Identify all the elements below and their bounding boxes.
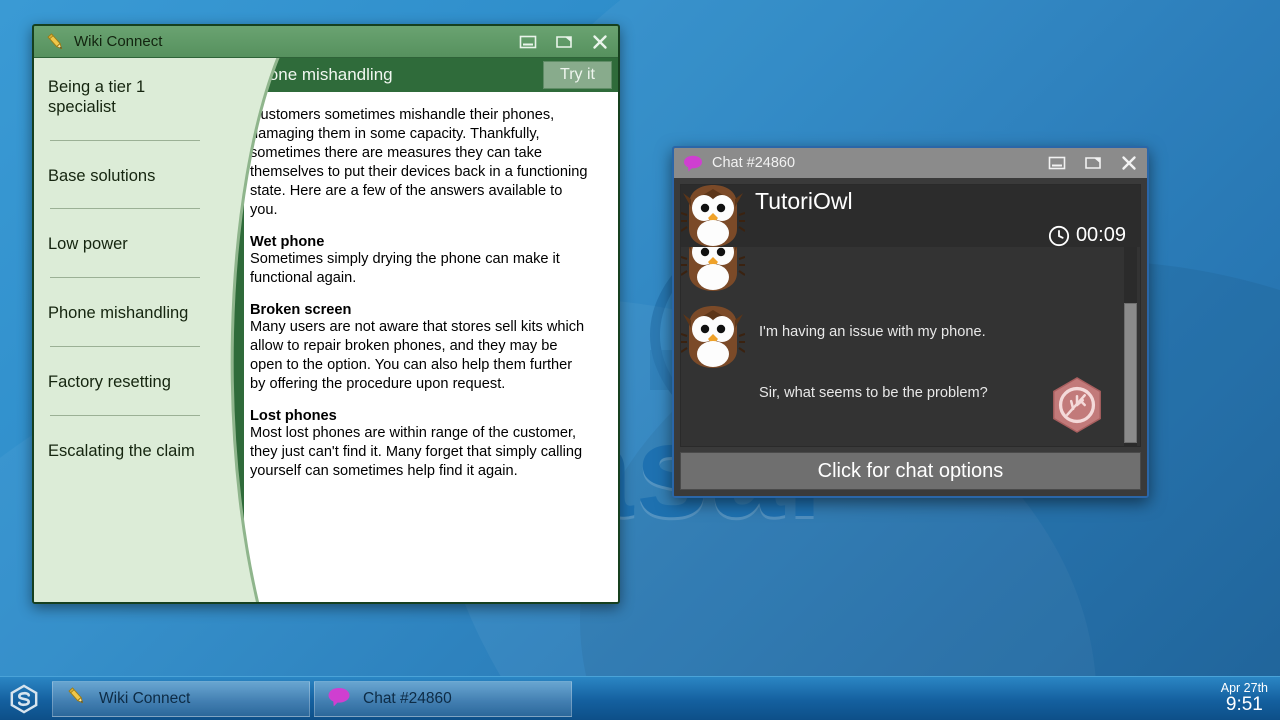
chat-window[interactable]: Chat #24860	[672, 146, 1149, 498]
chat-timer-value: 00:09	[1076, 224, 1126, 247]
sidebar-separator	[50, 346, 200, 347]
owl-avatar	[681, 306, 745, 373]
chat-panel: TutoriOwl 00:09	[680, 184, 1141, 447]
minimize-icon	[1048, 155, 1066, 171]
close-button[interactable]	[1111, 148, 1147, 178]
try-it-button[interactable]: Try it	[543, 61, 612, 89]
wiki-sidebar: Being a tier 1 specialist Base solutions…	[34, 58, 216, 602]
wiki-window-controls	[510, 26, 618, 57]
minimize-button[interactable]	[510, 26, 546, 57]
wiki-body: Being a tier 1 specialist Base solutions…	[34, 58, 618, 602]
maximize-button[interactable]	[546, 26, 582, 57]
article-section: Wet phone Sometimes simply drying the ph…	[250, 234, 592, 288]
sidebar-item-label: Escalating the claim	[48, 442, 195, 460]
sidebar-item-escalating-the-claim[interactable]: Escalating the claim	[46, 436, 204, 462]
chat-outer: TutoriOwl 00:09	[674, 178, 1147, 496]
maximize-button[interactable]	[1075, 148, 1111, 178]
article-intro: Customers sometimes mishandle their phon…	[250, 106, 590, 220]
wiki-connect-window[interactable]: Wiki Connect	[32, 24, 620, 604]
sidebar-item-phone-mishandling[interactable]: Phone mishandling	[46, 298, 204, 324]
company-badge-icon	[1048, 376, 1106, 434]
chat-window-controls	[1039, 148, 1147, 178]
desktop: asar Wiki Connect	[0, 0, 1280, 720]
wiki-article-content: Customers sometimes mishandle their phon…	[244, 92, 618, 602]
speech-bubble-icon	[327, 686, 351, 712]
minimize-icon	[519, 34, 537, 50]
article-section-heading: Broken screen	[250, 302, 592, 318]
article-section: Lost phones Most lost phones are within …	[250, 408, 592, 481]
owl-avatar	[681, 247, 745, 296]
sidebar-item-label: Being a tier 1 specialist	[48, 78, 145, 116]
chat-scrollbar-thumb[interactable]	[1124, 303, 1137, 443]
article-section-body: Sometimes simply drying the phone can ma…	[250, 250, 590, 288]
minimize-button[interactable]	[1039, 148, 1075, 178]
chat-message-text	[745, 247, 759, 261]
speech-bubble-icon	[683, 154, 703, 172]
taskbar-item-label: Wiki Connect	[99, 690, 190, 708]
chat-header-right: TutoriOwl 00:09	[745, 185, 1140, 247]
avatar-spacer	[681, 385, 745, 386]
taskbar-item-chat[interactable]: Chat #24860	[314, 681, 572, 717]
sidebar-separator	[50, 140, 200, 141]
page-title: Phone mishandling	[248, 65, 543, 85]
article-section: Broken screen Many users are not aware t…	[250, 302, 592, 394]
clock-time: 9:51	[1221, 695, 1268, 715]
sidebar-item-label: Low power	[48, 235, 128, 253]
pencil-icon	[44, 31, 66, 53]
owl-avatar	[681, 185, 745, 252]
sidebar-item-label: Base solutions	[48, 167, 155, 185]
wiki-title-label: Wiki Connect	[74, 33, 510, 50]
chat-message: I'm having an issue with my phone.	[681, 306, 1140, 373]
taskbar-item-wiki-connect[interactable]: Wiki Connect	[52, 681, 310, 717]
wiki-article-pane: Phone mishandling Try it Customers somet…	[216, 58, 618, 602]
chat-title-label: Chat #24860	[712, 155, 1039, 171]
sidebar-item-label: Factory resetting	[48, 373, 171, 391]
chat-titlebar[interactable]: Chat #24860	[674, 148, 1147, 178]
taskbar-item-label: Chat #24860	[363, 690, 452, 708]
chat-peer-name: TutoriOwl	[745, 185, 1126, 215]
article-section-body: Most lost phones are within range of the…	[250, 424, 590, 481]
maximize-icon	[555, 34, 573, 50]
sidebar-separator	[50, 277, 200, 278]
chat-message	[681, 247, 1140, 296]
taskbar: Wiki Connect Chat #24860 Apr 27th 9:51	[0, 676, 1280, 720]
start-button[interactable]	[0, 677, 48, 720]
sidebar-item-label: Phone mishandling	[48, 304, 188, 322]
chat-message-text: I'm having an issue with my phone.	[745, 306, 986, 340]
pencil-icon	[65, 685, 87, 712]
sidebar-item-low-power[interactable]: Low power	[46, 229, 204, 255]
sidebar-item-factory-resetting[interactable]: Factory resetting	[46, 367, 204, 393]
sidebar-item-base-solutions[interactable]: Base solutions	[46, 161, 204, 187]
wiki-titlebar[interactable]: Wiki Connect	[34, 26, 618, 58]
sidebar-separator	[50, 208, 200, 209]
clock-icon	[1048, 225, 1070, 247]
start-logo-icon	[9, 684, 39, 714]
chat-timer: 00:09	[1048, 224, 1126, 247]
article-section-heading: Lost phones	[250, 408, 592, 424]
wiki-article-header: Phone mishandling Try it	[244, 58, 618, 92]
article-section-heading: Wet phone	[250, 234, 592, 250]
article-section-body: Many users are not aware that stores sel…	[250, 318, 590, 394]
maximize-icon	[1084, 155, 1102, 171]
sidebar-item-being-a-tier-1-specialist[interactable]: Being a tier 1 specialist	[46, 72, 204, 118]
chat-message-text: Sir, what seems to be the problem?	[745, 385, 988, 401]
chat-header: TutoriOwl 00:09	[681, 185, 1140, 247]
close-button[interactable]	[582, 26, 618, 57]
sidebar-separator	[50, 415, 200, 416]
chat-options-button[interactable]: Click for chat options	[680, 452, 1141, 490]
taskbar-clock[interactable]: Apr 27th 9:51	[1221, 682, 1268, 715]
close-icon	[1121, 155, 1137, 171]
close-icon	[592, 34, 608, 50]
chat-message-list[interactable]: I'm having an issue with my phone. Sir, …	[681, 247, 1140, 446]
